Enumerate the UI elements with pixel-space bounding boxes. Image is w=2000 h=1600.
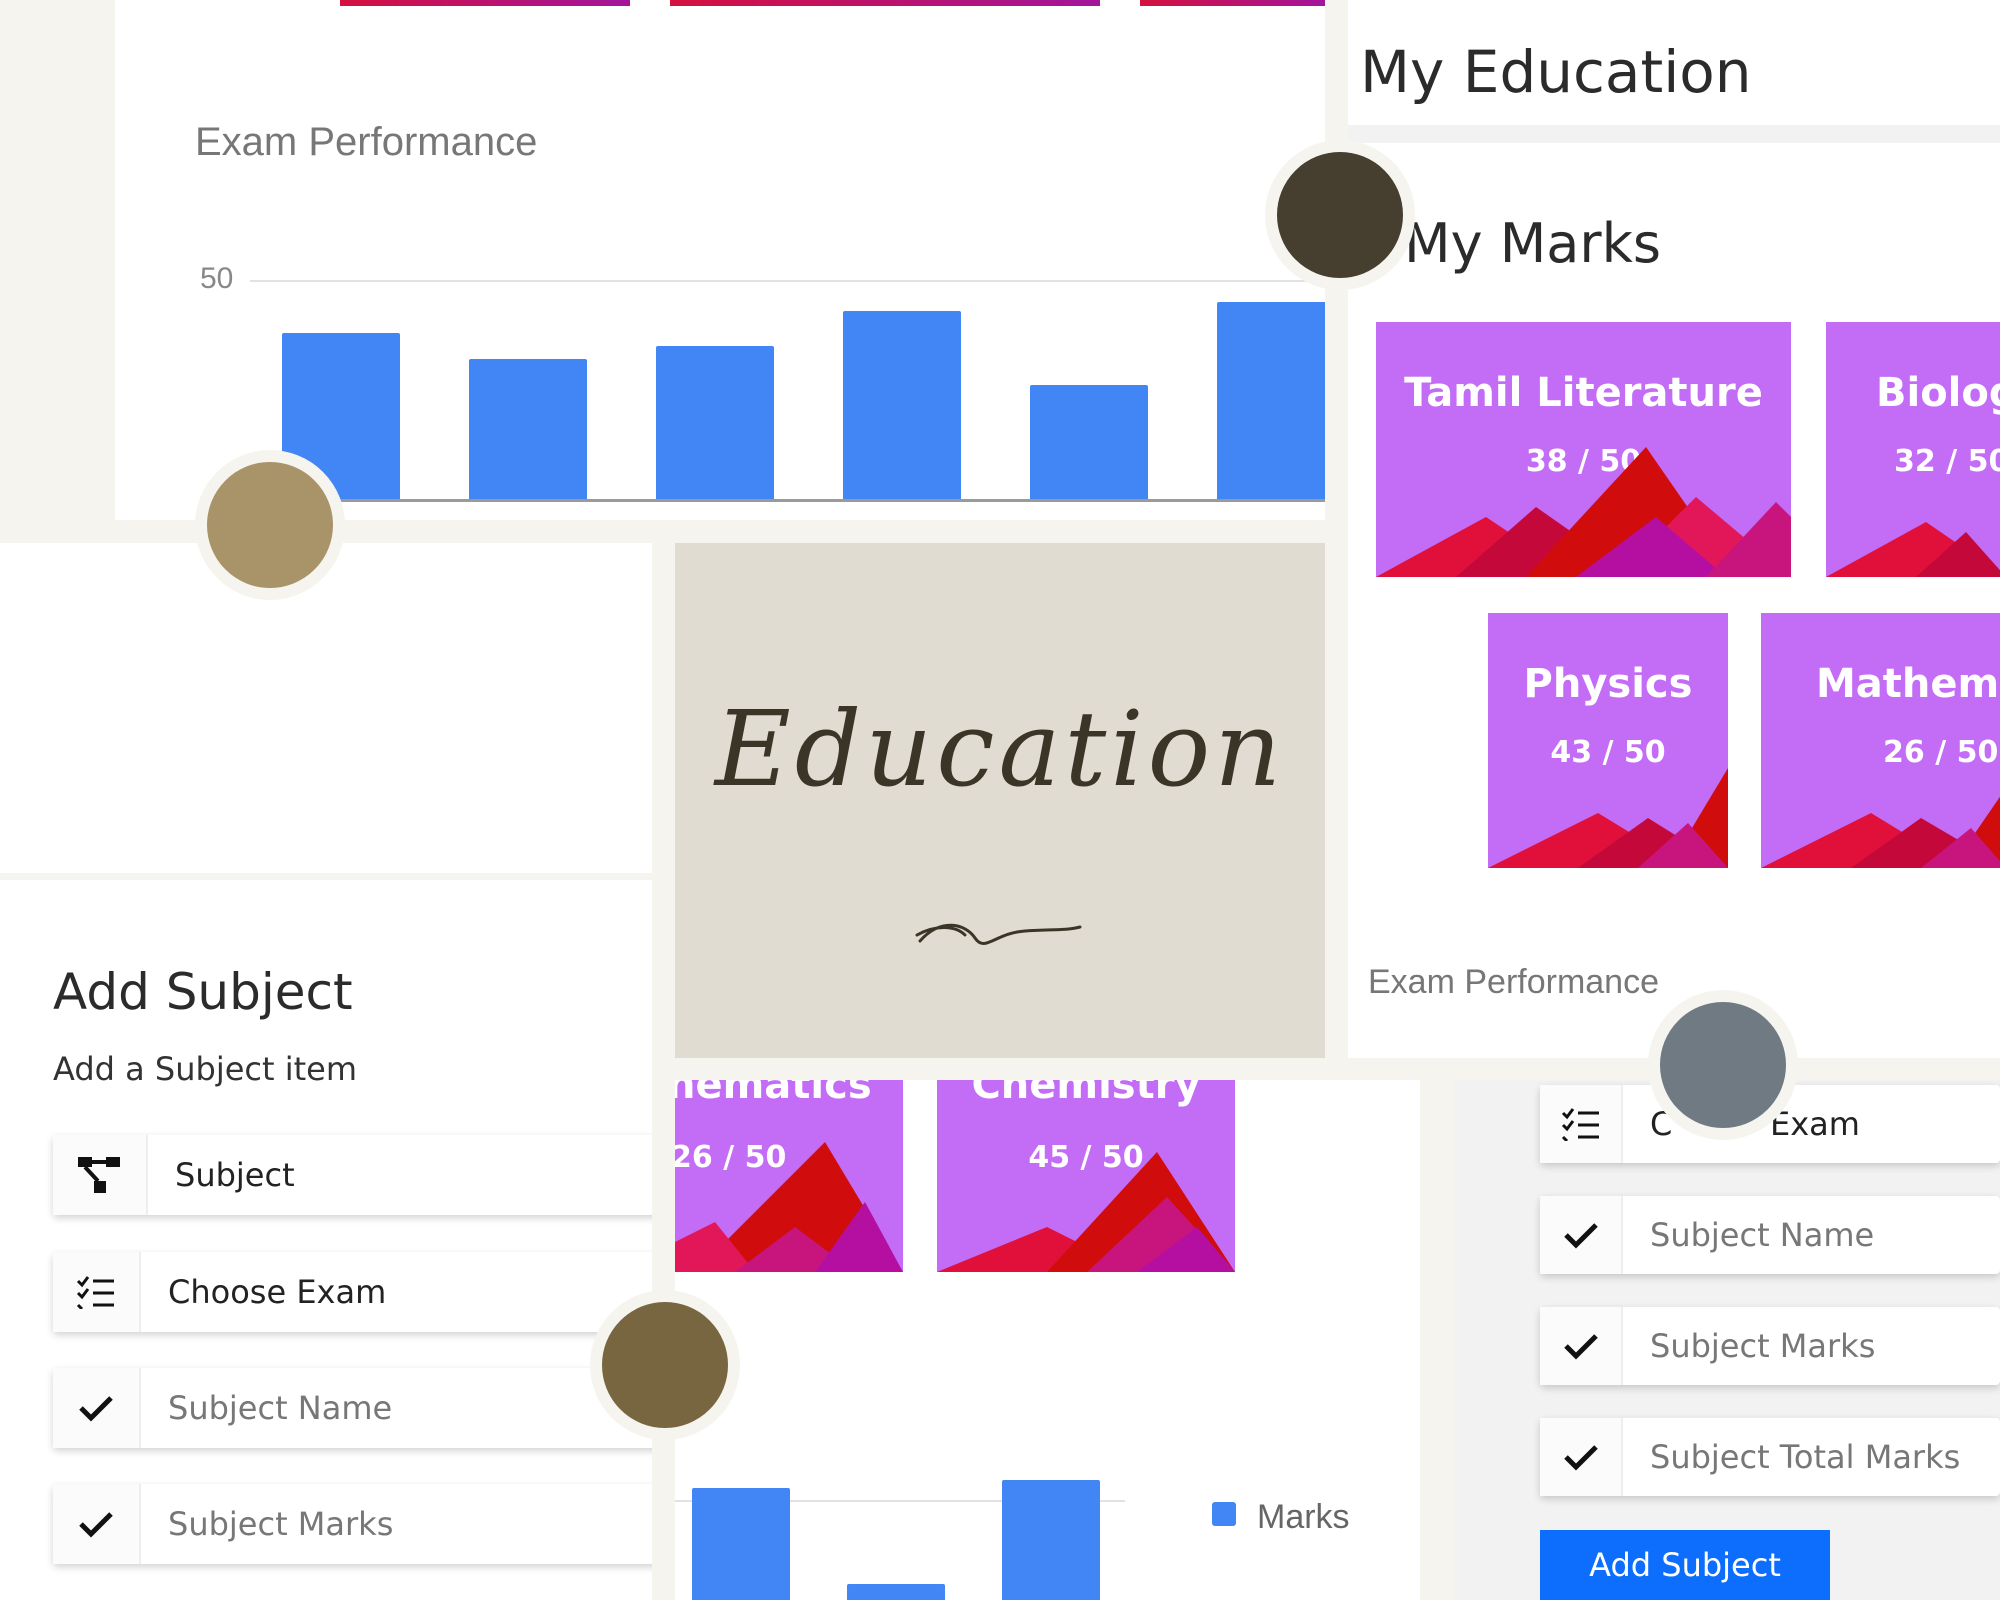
subject-card[interactable]: Biolog 32 / 50	[1826, 322, 2000, 577]
chart-title: Exam Performance	[1368, 963, 1659, 1001]
check-icon	[1540, 1307, 1623, 1385]
choose-exam-select[interactable]: Choose Exam	[53, 1252, 652, 1332]
subject-card[interactable]: Tamil Literature 38 / 50	[1376, 322, 1791, 577]
form-title: Add Subject	[53, 963, 353, 1021]
add-subject-button[interactable]: Add Subject	[1540, 1530, 1830, 1600]
checklist-icon	[1540, 1085, 1623, 1163]
gridline	[250, 280, 1325, 282]
subject-card-name: Physics	[1523, 661, 1693, 707]
legend-label: Marks	[1257, 1498, 1350, 1536]
subject-name-input[interactable]: Subject Name	[1540, 1196, 2000, 1274]
decorative-dot	[1648, 990, 1798, 1140]
collage-title: Education	[714, 688, 1286, 810]
subject-field-value: Subject	[175, 1156, 295, 1194]
card-strip	[340, 0, 630, 6]
education-title-card: Education	[675, 543, 1325, 1058]
legend-swatch	[1212, 1502, 1236, 1526]
blank-panel	[0, 543, 652, 873]
chart-bar	[1030, 385, 1148, 499]
subject-marks-input[interactable]: Subject Marks	[1540, 1307, 2000, 1385]
form-subtitle: Add a Subject item	[53, 1050, 357, 1088]
page-title: My Education	[1360, 38, 1752, 106]
mountains-graphic	[1376, 447, 1791, 577]
mountains-graphic	[937, 1152, 1235, 1272]
add-subject-form-copy: C Exam Subject Name Subject Marks Subjec…	[1455, 1080, 2000, 1600]
subject-card-marks: 26 / 50	[1883, 735, 1999, 770]
subject-total-marks-input[interactable]: Subject Total Marks	[1540, 1418, 2000, 1496]
check-icon	[53, 1368, 141, 1448]
subject-card-name: Mathema	[1816, 661, 2000, 707]
decorative-dot	[195, 450, 345, 600]
subject-card[interactable]: Chemistry 45 / 50	[937, 1080, 1235, 1272]
subject-card-marks: 43 / 50	[1550, 735, 1666, 770]
decorative-dot	[1265, 140, 1415, 290]
chart-bar	[656, 345, 774, 499]
choose-exam-value: Choose Exam	[168, 1273, 387, 1311]
add-subject-form: Add Subject Add a Subject item Subject C…	[0, 880, 652, 1600]
subject-marks-input[interactable]: Subject Marks	[53, 1484, 652, 1564]
chart-title: Exam Performance	[195, 120, 538, 164]
center-bottom-panel: hematics 26 / 50 Chemistry 45 / 50 Marks	[675, 1080, 1420, 1600]
chart-bar	[1002, 1480, 1100, 1600]
subject-card-name: Biolog	[1876, 370, 2000, 416]
subject-card[interactable]: Mathema 26 / 50	[1761, 613, 2000, 868]
card-strip	[1140, 0, 1325, 6]
chart-bar	[1217, 301, 1325, 499]
subject-card-name: hematics	[675, 1080, 872, 1108]
subject-card[interactable]: hematics 26 / 50	[675, 1080, 903, 1272]
choose-exam-value-end: Exam	[1770, 1105, 1860, 1143]
decorative-dot	[590, 1290, 740, 1440]
subject-card-marks: 32 / 50	[1894, 444, 2000, 479]
subject-card-name: Chemistry	[971, 1080, 1201, 1108]
subject-name-input[interactable]: Subject Name	[53, 1368, 652, 1448]
subject-card[interactable]: Physics 43 / 50	[1488, 613, 1728, 868]
squiggle-divider	[915, 923, 1082, 945]
subject-marks-placeholder: Subject Marks	[1650, 1327, 1876, 1365]
subject-name-placeholder: Subject Name	[1650, 1216, 1875, 1254]
check-icon	[1540, 1418, 1623, 1496]
divider	[1348, 125, 2000, 143]
chart-bar	[847, 1584, 945, 1600]
my-education-panel: My Education My Marks Tamil Literature 3…	[1348, 0, 2000, 1058]
checklist-icon	[53, 1252, 141, 1332]
subject-field[interactable]: Subject	[53, 1135, 652, 1215]
chart-bar	[843, 310, 961, 499]
subject-total-marks-placeholder: Subject Total Marks	[1650, 1438, 1961, 1476]
card-strip	[670, 0, 1100, 6]
chart-bar	[692, 1488, 790, 1600]
subject-card-name: Tamil Literature	[1404, 370, 1763, 416]
check-icon	[53, 1484, 141, 1564]
mountains-graphic	[1761, 796, 2000, 868]
subject-name-placeholder: Subject Name	[168, 1389, 393, 1427]
top-chart-panel: Exam Performance 50	[115, 0, 1325, 520]
y-tick-label: 50	[200, 262, 234, 295]
mountains-graphic	[1488, 768, 1728, 868]
x-axis	[250, 499, 1325, 502]
section-title: My Marks	[1404, 212, 1662, 275]
chart-bar	[469, 358, 587, 499]
hierarchy-icon	[53, 1135, 148, 1215]
mountains-graphic	[675, 1142, 903, 1272]
mountains-graphic	[1826, 522, 2000, 577]
check-icon	[1540, 1196, 1623, 1274]
subject-marks-placeholder: Subject Marks	[168, 1505, 394, 1543]
